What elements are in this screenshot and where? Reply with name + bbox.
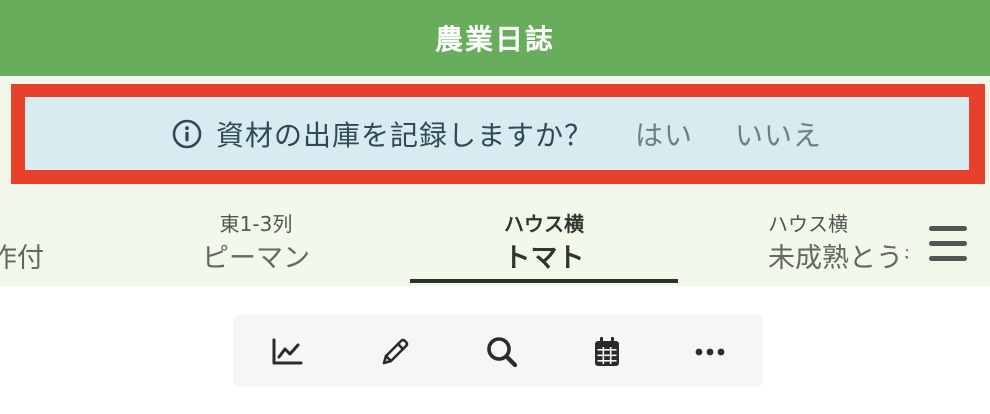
info-circle-icon [172,119,202,149]
tab-field-0[interactable]: 作付 [0,190,60,286]
more-horizontal-icon[interactable] [691,333,729,371]
tab-crop-label: 作付 [0,243,44,274]
active-tab-indicator [410,279,678,283]
tab-crop-label: 未成熟とうもろこし [768,243,908,274]
alert-message: 資材の出庫を記録しますか？ [215,118,593,152]
tab-location-label: ハウス横 [504,212,584,236]
confirmation-alert: 資材の出庫を記録しますか？ はい いいえ [25,97,969,170]
alert-yes-button[interactable]: はい [635,114,693,154]
pencil-icon[interactable] [376,333,414,371]
app-title: 農業日誌 [434,23,555,56]
tab-field-1[interactable]: 東1-3列 ピーマン [158,190,354,286]
hamburger-menu-icon[interactable] [926,224,970,264]
tab-crop-label: トマト [503,243,585,274]
chart-line-icon[interactable] [268,333,306,371]
tab-crop-label: ピーマン [202,243,310,274]
search-icon[interactable] [483,333,521,371]
tab-field-2[interactable]: ハウス横 トマト [410,190,678,286]
action-toolbar [233,315,763,387]
field-tabs: 作付 東1-3列 ピーマン ハウス横 トマト ハウス横 未成熟とうもろこし [0,190,990,286]
tab-field-3[interactable]: ハウス横 未成熟とうもろこし [758,190,908,286]
tab-location-label: 東1-3列 [219,212,293,236]
app-header: 農業日誌 [0,0,990,76]
calendar-icon[interactable] [588,333,626,371]
alert-no-button[interactable]: いいえ [735,114,822,154]
tab-location-label: ハウス横 [768,212,848,236]
